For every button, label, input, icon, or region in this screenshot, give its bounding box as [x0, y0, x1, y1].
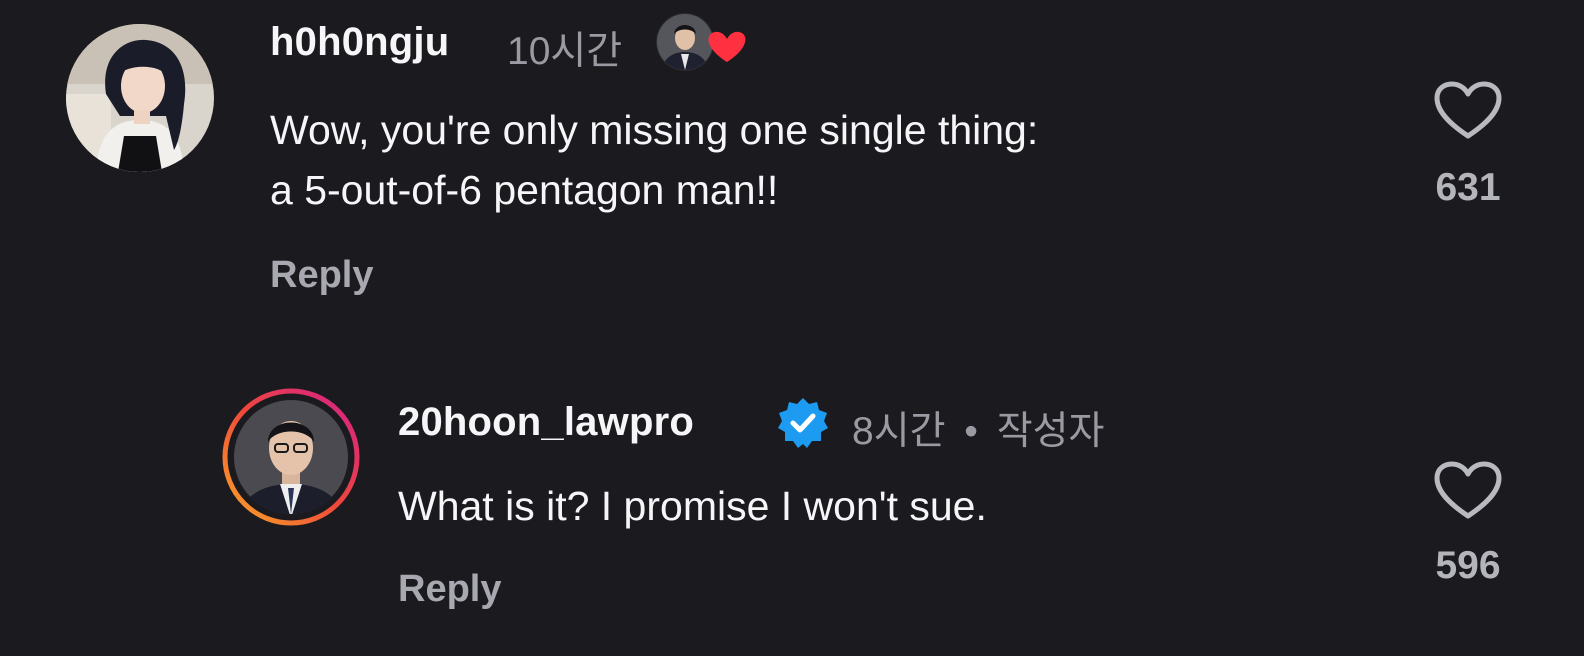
comment-text: Wow, you're only missing one single thin…: [270, 100, 1038, 220]
comment-timestamp: 8시간: [852, 410, 946, 453]
comment-meta: 8시간 • 작성자: [852, 400, 1104, 456]
user-avatar-story-ring[interactable]: [222, 388, 360, 526]
author-avatar-heart-icon: [656, 13, 746, 71]
heart-outline-icon: [1434, 81, 1502, 139]
meta-separator: •: [964, 410, 978, 453]
comment-text-line: a 5-out-of-6 pentagon man!!: [270, 167, 779, 213]
comment-text-line: What is it? I promise I won't sue.: [398, 483, 987, 529]
like-button[interactable]: [1433, 80, 1503, 142]
like-count: 596: [1435, 544, 1501, 587]
avatar-photo-woman-icon: [66, 24, 214, 172]
comment-username[interactable]: h0h0ngju: [270, 20, 449, 65]
heart-outline-icon: [1434, 461, 1502, 519]
reply-button[interactable]: Reply: [270, 254, 373, 297]
comment-text: What is it? I promise I won't sue.: [398, 476, 987, 536]
like-button[interactable]: [1433, 460, 1503, 522]
verified-badge-icon: [776, 396, 830, 450]
comment-username[interactable]: 20hoon_lawpro: [398, 400, 694, 445]
reply-button[interactable]: Reply: [398, 568, 501, 611]
author-badge: 작성자: [996, 410, 1105, 453]
like-count: 631: [1435, 166, 1501, 209]
comment-timestamp: 10시간: [507, 30, 623, 73]
user-avatar[interactable]: [66, 24, 214, 172]
liked-by-author-indicator: [655, 12, 751, 72]
comment-text-line: Wow, you're only missing one single thin…: [270, 107, 1039, 153]
avatar-photo-man-icon: [222, 388, 360, 526]
